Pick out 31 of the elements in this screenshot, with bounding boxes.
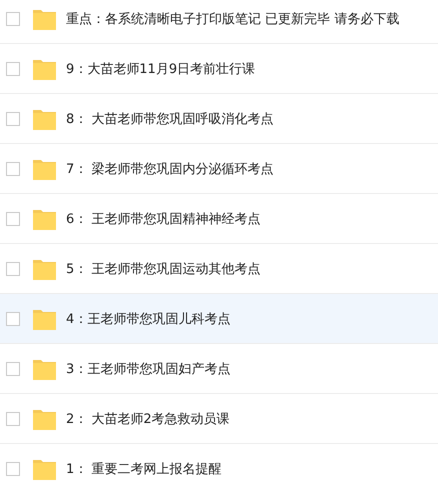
folder-name[interactable]: 2： 大苗老师2考急救动员课	[66, 410, 230, 428]
folder-icon	[33, 458, 56, 480]
folder-icon	[33, 58, 56, 80]
checkbox[interactable]	[6, 212, 20, 226]
checkbox[interactable]	[6, 12, 20, 26]
folder-icon	[33, 208, 56, 230]
folder-icon	[33, 158, 56, 180]
folder-name[interactable]: 9：大苗老师11月9日考前壮行课	[66, 60, 256, 78]
folder-name[interactable]: 重点：各系统清晰电子打印版笔记 已更新完毕 请务必下载	[66, 10, 400, 28]
folder-icon	[33, 408, 56, 430]
folder-name[interactable]: 6： 王老师带您巩固精神神经考点	[66, 210, 260, 228]
folder-name[interactable]: 3：王老师带您巩固妇产考点	[66, 360, 230, 378]
file-row[interactable]: 4：王老师带您巩固儿科考点	[0, 294, 438, 344]
checkbox[interactable]	[6, 112, 20, 126]
folder-name[interactable]: 8： 大苗老师带您巩固呼吸消化考点	[66, 110, 274, 128]
folder-icon	[33, 8, 56, 30]
checkbox[interactable]	[6, 162, 20, 176]
folder-name[interactable]: 5： 王老师带您巩固运动其他考点	[66, 260, 260, 278]
folder-name[interactable]: 7： 梁老师带您巩固内分泌循环考点	[66, 160, 274, 178]
checkbox[interactable]	[6, 462, 20, 476]
checkbox[interactable]	[6, 412, 20, 426]
folder-name[interactable]: 4：王老师带您巩固儿科考点	[66, 310, 230, 328]
checkbox[interactable]	[6, 362, 20, 376]
folder-icon	[33, 308, 56, 330]
checkbox[interactable]	[6, 262, 20, 276]
folder-icon	[33, 358, 56, 380]
folder-icon	[33, 258, 56, 280]
folder-icon	[33, 108, 56, 130]
checkbox[interactable]	[6, 312, 20, 326]
folder-name[interactable]: 1： 重要二考网上报名提醒	[66, 460, 222, 478]
checkbox[interactable]	[6, 62, 20, 76]
